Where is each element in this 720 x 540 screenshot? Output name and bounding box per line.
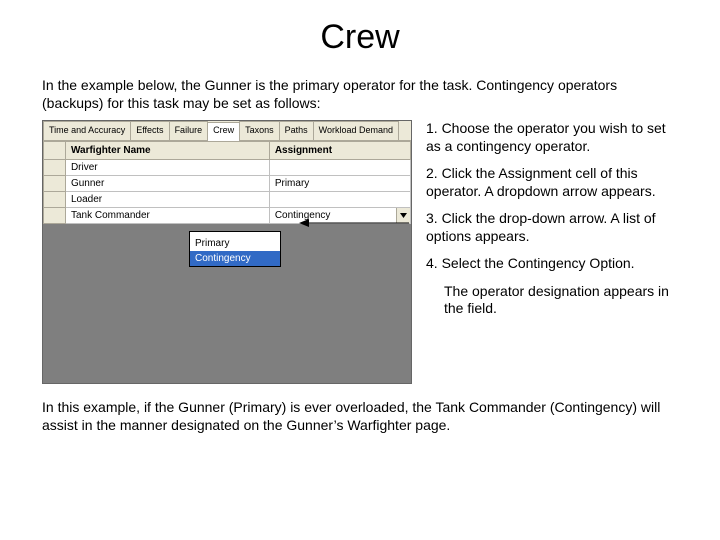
- tab-workload[interactable]: Workload Demand: [313, 121, 399, 140]
- tab-taxons[interactable]: Taxons: [239, 121, 280, 140]
- cell-name[interactable]: Loader: [65, 192, 269, 208]
- dropdown-button[interactable]: [396, 208, 410, 223]
- assignment-dropdown[interactable]: Primary Contingency: [189, 231, 281, 267]
- chevron-down-icon: [400, 213, 407, 218]
- cell-assign[interactable]: [269, 192, 410, 208]
- dropdown-option-primary[interactable]: Primary: [190, 236, 280, 251]
- corner-header: [44, 142, 66, 160]
- tab-effects[interactable]: Effects: [130, 121, 169, 140]
- step-4: 4. Select the Contingency Option.: [426, 255, 678, 273]
- tab-strip: Time and Accuracy Effects Failure Crew T…: [43, 121, 411, 141]
- col-header-assign[interactable]: Assignment: [269, 142, 410, 160]
- col-header-name[interactable]: Warfighter Name: [65, 142, 269, 160]
- step-1: 1. Choose the operator you wish to set a…: [426, 120, 678, 155]
- footer-text: In this example, if the Gunner (Primary)…: [42, 398, 678, 434]
- tab-paths[interactable]: Paths: [279, 121, 314, 140]
- instruction-steps: 1. Choose the operator you wish to set a…: [426, 120, 678, 328]
- table-row: Loader: [44, 192, 411, 208]
- cell-name[interactable]: Tank Commander: [65, 208, 269, 224]
- cell-assign[interactable]: [269, 160, 410, 176]
- tab-failure[interactable]: Failure: [169, 121, 209, 140]
- step-3: 3. Click the drop-down arrow. A list of …: [426, 210, 678, 245]
- warfighter-grid: Warfighter Name Assignment Driver Gunner…: [43, 141, 411, 224]
- intro-text: In the example below, the Gunner is the …: [42, 77, 678, 112]
- row-header[interactable]: [44, 176, 66, 192]
- step-2: 2. Click the Assignment cell of this ope…: [426, 165, 678, 200]
- row-header[interactable]: [44, 160, 66, 176]
- cell-assign[interactable]: Primary: [269, 176, 410, 192]
- table-row: Gunner Primary: [44, 176, 411, 192]
- page-title: Crew: [0, 0, 720, 67]
- tab-time-accuracy[interactable]: Time and Accuracy: [43, 121, 131, 140]
- step-4-result: The operator designation appears in the …: [444, 283, 678, 318]
- tab-crew[interactable]: Crew: [207, 122, 240, 141]
- content-row: Time and Accuracy Effects Failure Crew T…: [42, 120, 678, 384]
- dropdown-option-contingency[interactable]: Contingency: [190, 251, 280, 266]
- table-row: Driver: [44, 160, 411, 176]
- table-row: Tank Commander Contingency: [44, 208, 411, 224]
- app-screenshot: Time and Accuracy Effects Failure Crew T…: [42, 120, 412, 384]
- cell-name[interactable]: Gunner: [65, 176, 269, 192]
- cell-name[interactable]: Driver: [65, 160, 269, 176]
- cell-assign-value: Contingency: [275, 210, 331, 221]
- row-header[interactable]: [44, 208, 66, 224]
- cell-assign-active[interactable]: Contingency: [269, 208, 410, 224]
- row-header[interactable]: [44, 192, 66, 208]
